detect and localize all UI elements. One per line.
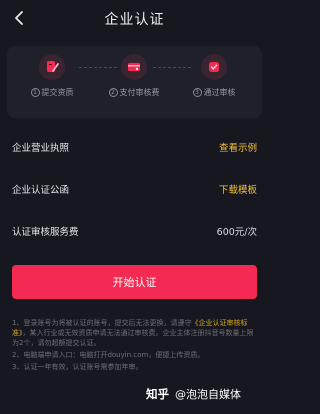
notes: 1、登录账号为将被认证的账号，提交后无法更换，请遵守《企业认证审核标准》，某入行…: [12, 318, 260, 374]
download-template-link[interactable]: 下载模板: [219, 182, 257, 196]
row-business-license: 企业营业执照 查看示例: [0, 126, 269, 168]
step-label: 支付审核费: [119, 88, 160, 97]
watermark-logo: 知乎: [146, 387, 169, 401]
note-2: 2、电脑端申请入口：电脑打开douyin.com，便捷上传资质。: [12, 351, 205, 359]
service-fee-value: 600元/次: [216, 227, 257, 238]
step-label: 提交资质: [41, 88, 74, 97]
note-3: 3、认证一年有效，认证账号需参加年审。: [12, 363, 143, 371]
service-fee-label: 认证审核服务费: [12, 227, 79, 238]
start-certification-button[interactable]: 开始认证: [12, 265, 257, 299]
watermark-handle: @泡泡自媒体: [175, 388, 241, 401]
watermark: 知乎 @泡泡自媒体: [146, 384, 241, 404]
back-button[interactable]: [8, 7, 30, 29]
step-label: 通过审核: [203, 88, 236, 97]
row-certification-letter: 企业认证公函 下载模板: [0, 168, 269, 210]
step-pass: 3 通过审核: [179, 54, 249, 98]
step-submit: 1 提交资质: [17, 54, 87, 98]
nav-bar: 企业认证: [0, 0, 269, 38]
step-number: 3: [192, 88, 202, 97]
steps-card: 1 提交资质 2 支付审核费 3 通过审核: [7, 46, 262, 118]
note-1: 1、登录账号为将被认证的账号，提交后无法更换，请遵守《企业认证审核标准》，某入行…: [12, 319, 254, 347]
badge-check-icon: [201, 54, 227, 80]
step-number: 1: [30, 88, 40, 97]
document-pen-icon: [39, 54, 65, 80]
step-number: 2: [108, 88, 118, 97]
step-pay: 2 支付审核费: [99, 54, 169, 98]
page-title: 企业认证: [104, 12, 165, 28]
row-service-fee: 认证审核服务费 600元/次: [0, 210, 269, 252]
view-example-link[interactable]: 查看示例: [219, 140, 257, 154]
requirements-list: 企业营业执照 查看示例 企业认证公函 下载模板 认证审核服务费 600元/次: [0, 126, 269, 252]
certification-letter-label: 企业认证公函: [12, 185, 70, 196]
chevron-left-icon: [15, 11, 23, 25]
business-license-label: 企业营业执照: [12, 143, 70, 154]
card-payment-icon: [121, 54, 147, 80]
